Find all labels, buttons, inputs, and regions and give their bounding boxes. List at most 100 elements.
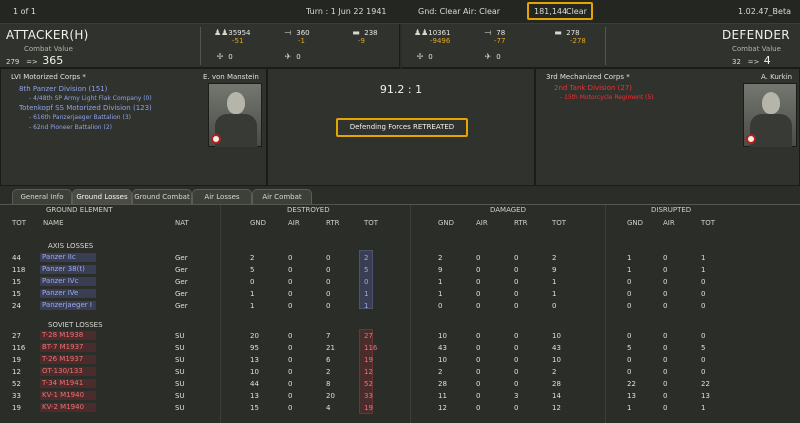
cell-damaged-gnd: 2	[438, 254, 443, 262]
destroyed-header: DESTROYED	[287, 206, 330, 214]
defender-subunit[interactable]: - 15th Motorcycle Regiment (5)	[560, 94, 654, 101]
cell-damaged-gnd: 10	[438, 356, 447, 364]
cell-destroyed-air: 0	[288, 392, 293, 400]
attacker-cv-after: 365	[42, 54, 64, 67]
cell-disrupted-gnd: 1	[627, 404, 632, 412]
cell-damaged-rtr: 0	[514, 290, 519, 298]
column-header-destroyed-air[interactable]: AIR	[288, 219, 300, 227]
page-indicator: 1 of 1	[13, 7, 36, 16]
cell-nat: Ger	[175, 254, 188, 262]
cell-destroyed-gnd: 1	[250, 302, 255, 310]
cell-destroyed-gnd: 15	[250, 404, 259, 412]
ground-element-name[interactable]: KV-2 M1940	[40, 403, 96, 412]
cell-nat: SU	[175, 344, 185, 352]
column-header-tot[interactable]: TOT	[12, 219, 26, 227]
attacker-subunit[interactable]: - 4/48th SP Army Light Flak Company (0)	[29, 95, 152, 102]
cell-destroyed-rtr: 0	[326, 290, 331, 298]
cell-destroyed-gnd: 44	[250, 380, 259, 388]
cell-tot: 52	[12, 380, 21, 388]
ground-element-name[interactable]: OT-130/133	[40, 367, 96, 376]
cell-destroyed-gnd: 20	[250, 332, 259, 340]
defender-unit[interactable]: 2nd Tank Division (27)	[554, 84, 632, 92]
tab-ground-losses[interactable]: Ground Losses	[72, 189, 132, 204]
column-header-name[interactable]: NAME	[43, 219, 64, 227]
attacker-guns-value: 360	[296, 29, 310, 37]
combat-id: 181,144	[534, 7, 568, 16]
attacker-commander-name[interactable]: E. von Manstein	[203, 73, 259, 81]
cell-nat: Ger	[175, 266, 188, 274]
column-header-damaged-tot[interactable]: TOT	[552, 219, 566, 227]
attacker-commander-portrait[interactable]	[208, 83, 262, 147]
ground-element-name[interactable]: T-26 M1937	[40, 355, 96, 364]
cell-damaged-gnd: 0	[438, 302, 443, 310]
cell-disrupted-air: 0	[663, 344, 668, 352]
cell-damaged-gnd: 1	[438, 278, 443, 286]
ground-element-name[interactable]: Panzer IIc	[40, 253, 96, 262]
ground-element-name[interactable]: Panzer IVc	[40, 277, 96, 286]
odds-ratio: 91.2 : 1	[379, 83, 423, 96]
cell-damaged-air: 0	[476, 404, 481, 412]
attacker-bombers: ✈ 0	[282, 52, 301, 61]
cell-destroyed-air: 0	[288, 368, 293, 376]
attacker-unit[interactable]: Totenkopf SS Motorized Division (123)	[19, 104, 152, 112]
tab-ground-combat[interactable]: Ground Combat	[132, 189, 192, 204]
cell-disrupted-gnd: 1	[627, 254, 632, 262]
attacker-subunit[interactable]: - 616th Panzerjaeger Battalion (3)	[29, 114, 131, 121]
tab-air-combat[interactable]: Air Combat	[252, 189, 312, 204]
attacker-cv-before: 279	[6, 58, 20, 66]
ground-element-name[interactable]: BT-7 M1937	[40, 343, 96, 352]
tab-general-info[interactable]: General Info	[12, 189, 72, 204]
cell-nat: SU	[175, 356, 185, 364]
attacker-tanks-loss: -9	[358, 37, 365, 45]
attacker-tanks: ▬ 238	[350, 28, 377, 37]
defender-bombers-value: 0	[496, 53, 501, 61]
cell-destroyed-air: 0	[288, 278, 293, 286]
ground-element-name[interactable]: Panzer 38(t)	[40, 265, 96, 274]
report-tabs: General Info Ground Losses Ground Combat…	[0, 189, 800, 205]
cell-damaged-tot: 43	[552, 344, 561, 352]
column-header-destroyed-rtr[interactable]: RTR	[326, 219, 340, 227]
column-header-nat[interactable]: NAT	[175, 219, 189, 227]
ground-element-name[interactable]: T-28 M1938	[40, 331, 96, 340]
fighter-plane-icon: ✢	[416, 52, 424, 61]
cell-tot: 118	[12, 266, 26, 274]
attacker-guns: ⟞ 360	[282, 28, 310, 38]
ground-element-name[interactable]: KV-1 M1940	[40, 391, 96, 400]
column-header-disrupted-tot[interactable]: TOT	[701, 219, 715, 227]
defender-commander-portrait[interactable]	[743, 83, 797, 147]
attacker-cv: 279 => 365	[6, 54, 63, 67]
column-header-damaged-rtr[interactable]: RTR	[514, 219, 528, 227]
attacker-fighters-value: 0	[228, 53, 233, 61]
cell-disrupted-air: 0	[663, 302, 668, 310]
column-header-damaged-air[interactable]: AIR	[476, 219, 488, 227]
cell-destroyed-rtr: 0	[326, 266, 331, 274]
cell-destroyed-rtr: 20	[326, 392, 335, 400]
attacker-corps-name[interactable]: LVI Motorized Corps *	[11, 73, 86, 81]
ground-element-name[interactable]: Panzerjaeger I	[40, 301, 96, 310]
column-header-destroyed-tot[interactable]: TOT	[364, 219, 378, 227]
tab-air-losses[interactable]: Air Losses	[192, 189, 252, 204]
cell-destroyed-tot: 12	[364, 368, 373, 376]
attacker-units-panel: LVI Motorized Corps * E. von Manstein 8t…	[0, 68, 267, 186]
defender-cv-before: 32	[732, 58, 741, 66]
column-header-disrupted-gnd[interactable]: GND	[627, 219, 643, 227]
cell-tot: 19	[12, 404, 21, 412]
cell-destroyed-tot: 1	[364, 302, 369, 310]
attacker-subunit[interactable]: - 62nd Pioneer Battalion (2)	[29, 124, 112, 131]
attacker-unit[interactable]: 8th Panzer Division (151)	[19, 85, 107, 93]
defender-commander-name[interactable]: A. Kurkin	[761, 73, 792, 81]
cell-damaged-air: 0	[476, 380, 481, 388]
defender-corps-name[interactable]: 3rd Mechanized Corps *	[546, 73, 630, 81]
column-header-damaged-gnd[interactable]: GND	[438, 219, 454, 227]
cell-damaged-air: 0	[476, 344, 481, 352]
defender-cv-arrow: =>	[747, 58, 760, 66]
cell-destroyed-gnd: 0	[250, 278, 255, 286]
turn-date: Turn : 1 Jun 22 1941	[306, 7, 387, 16]
cell-damaged-tot: 12	[552, 404, 561, 412]
column-header-destroyed-gnd[interactable]: GND	[250, 219, 266, 227]
ground-element-name[interactable]: Panzer IVe	[40, 289, 96, 298]
cell-tot: 24	[12, 302, 21, 310]
portrait-uniform	[750, 114, 792, 147]
ground-element-name[interactable]: T-34 M1941	[40, 379, 96, 388]
column-header-disrupted-air[interactable]: AIR	[663, 219, 675, 227]
